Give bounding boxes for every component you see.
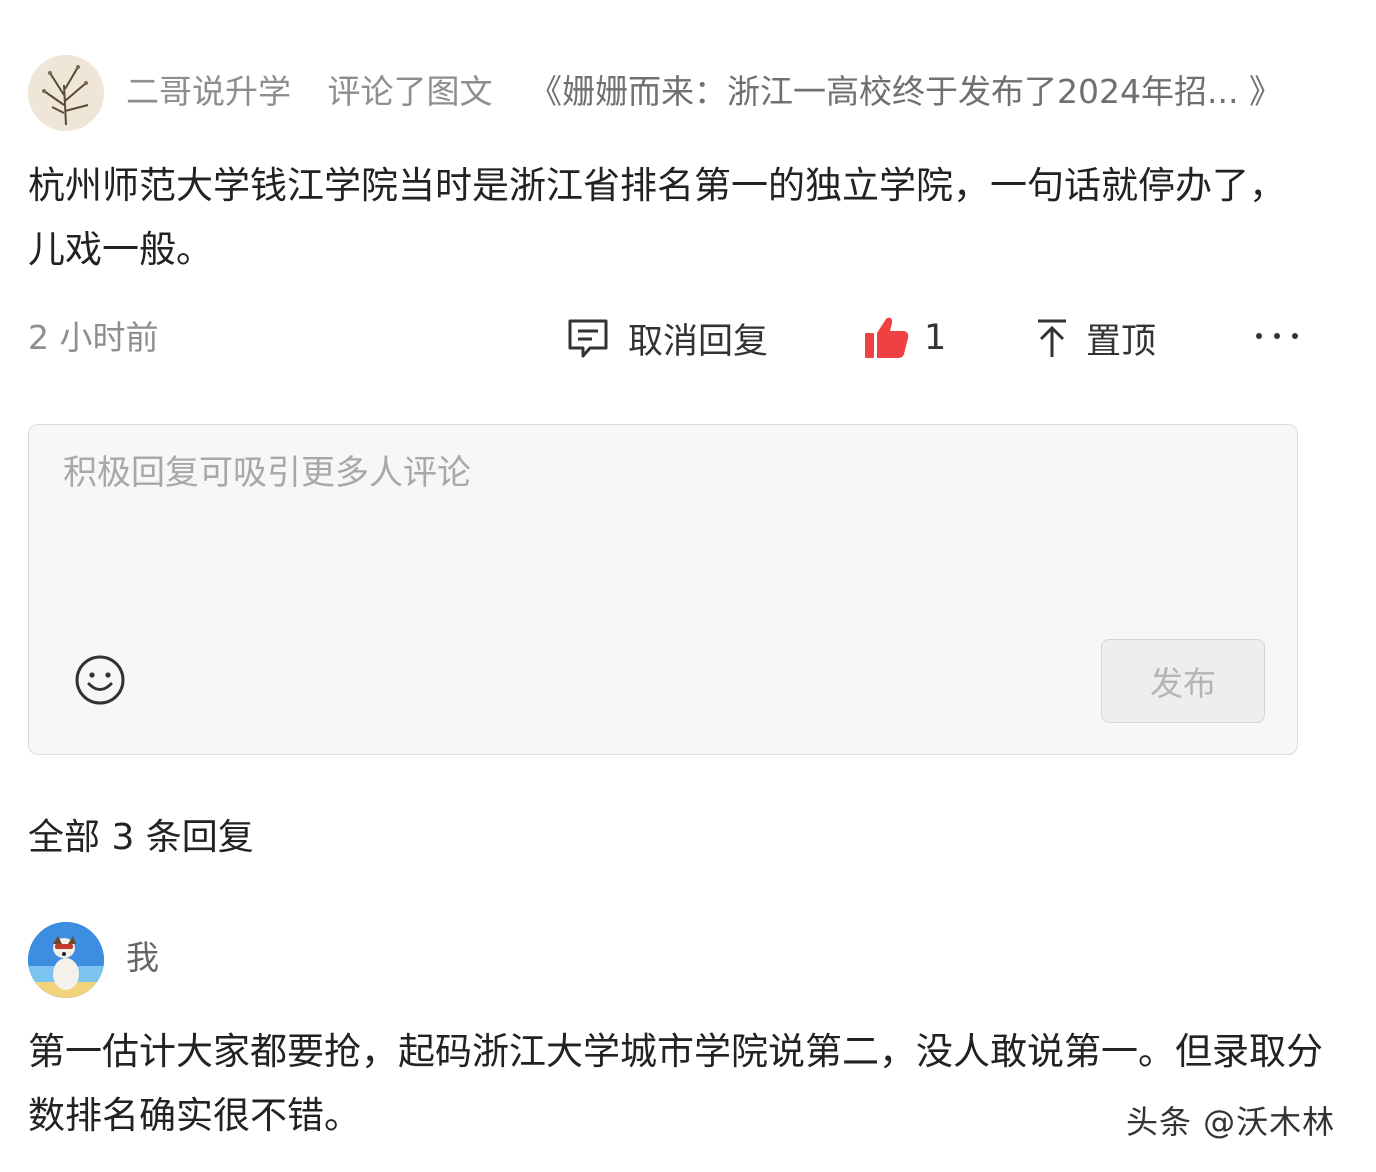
pin-label: 置顶 xyxy=(1086,321,1157,362)
comment-time: 2 小时前 xyxy=(28,318,159,357)
pin-top-icon xyxy=(1038,319,1066,357)
article-link[interactable]: 《姗姗而来：浙江一高校终于发布了2024年招... 》 xyxy=(529,72,1282,111)
reply-author-name[interactable]: 我 xyxy=(126,936,159,980)
replies-header: 全部 3 条回复 xyxy=(28,817,254,858)
more-button[interactable] xyxy=(1252,314,1302,358)
comment-header: 二哥说升学 评论了图文 《姗姗而来：浙江一高校终于发布了2024年招... 》 xyxy=(126,68,1326,116)
reply-box: 发布 xyxy=(28,424,1298,755)
thumbs-up-icon xyxy=(865,317,909,358)
comment-icon xyxy=(568,319,608,358)
smiley-icon xyxy=(75,655,125,705)
comment-action: 评论了图文 xyxy=(327,72,493,111)
cancel-reply-button[interactable]: 取消回复 xyxy=(566,312,768,364)
cancel-reply-label: 取消回复 xyxy=(628,321,769,362)
publish-button[interactable]: 发布 xyxy=(1101,639,1265,723)
comment-text: 杭州师范大学钱江学院当时是浙江省排名第一的独立学院，一句话就停办了，儿戏一般。 xyxy=(28,164,1286,271)
author-avatar[interactable] xyxy=(28,55,104,131)
reply-input[interactable] xyxy=(61,445,1165,609)
emoji-button[interactable] xyxy=(73,653,127,707)
like-count: 1 xyxy=(924,318,947,358)
like-button[interactable]: 1 xyxy=(862,312,946,364)
watermark: 头条 @沃木林 xyxy=(1126,1103,1336,1141)
author-name[interactable]: 二哥说升学 xyxy=(126,72,291,111)
more-dots-icon xyxy=(1256,333,1298,339)
pin-button[interactable]: 置顶 xyxy=(1034,312,1156,364)
reply-author-avatar[interactable] xyxy=(28,922,104,998)
